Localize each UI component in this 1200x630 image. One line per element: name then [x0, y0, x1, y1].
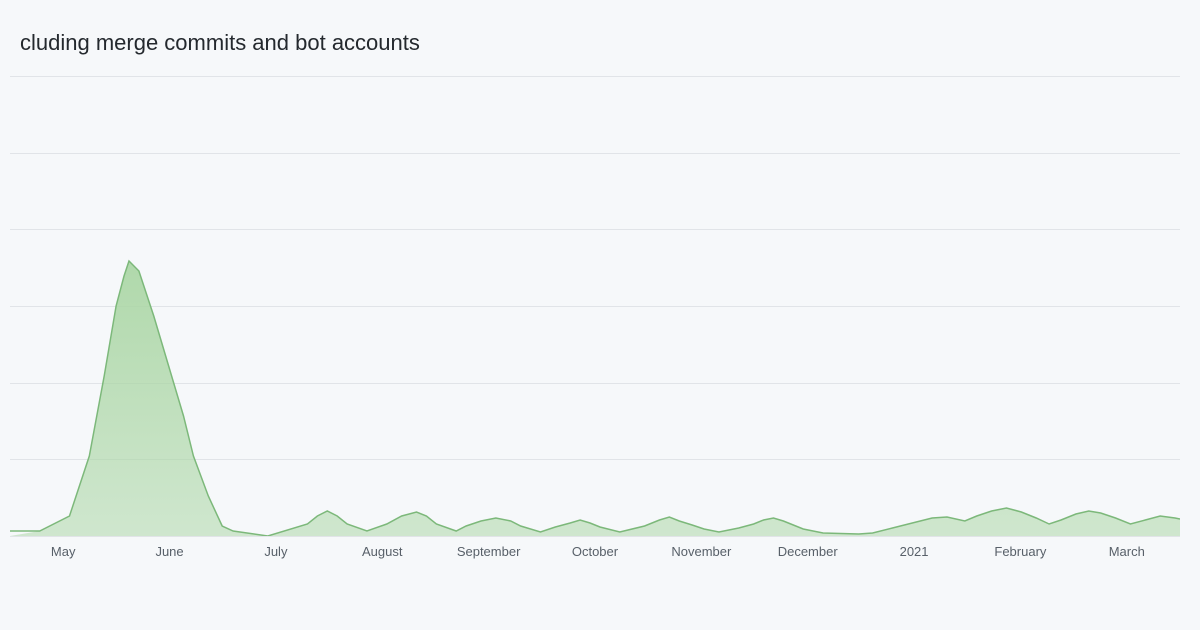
x-label-march: March [1074, 544, 1180, 559]
chart-inner [10, 76, 1180, 536]
chart-svg [10, 76, 1180, 536]
x-label-may: May [10, 544, 116, 559]
x-label-july: July [223, 544, 329, 559]
x-label-december: December [755, 544, 861, 559]
x-label-november: November [648, 544, 754, 559]
area-path [10, 261, 1180, 536]
x-label-september: September [435, 544, 541, 559]
page-container: cluding merge commits and bot accounts [0, 0, 1200, 630]
chart-area: May June July August September October N… [10, 76, 1180, 596]
x-label-february: February [967, 544, 1073, 559]
x-label-2021: 2021 [861, 544, 967, 559]
x-label-october: October [542, 544, 648, 559]
x-label-august: August [329, 544, 435, 559]
page-title: cluding merge commits and bot accounts [10, 30, 1180, 56]
x-axis: May June July August September October N… [10, 536, 1180, 596]
x-label-june: June [116, 544, 222, 559]
